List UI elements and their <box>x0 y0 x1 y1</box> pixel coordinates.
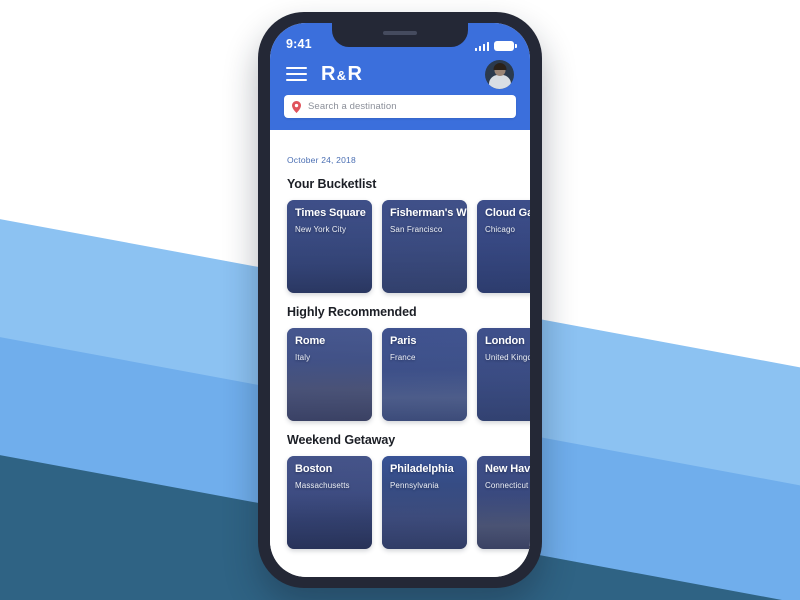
search-container <box>270 95 530 118</box>
card-text: Fisherman's Wharf San Francisco <box>390 207 467 234</box>
section-title: Weekend Getaway <box>287 433 396 447</box>
card-subtitle: Pennsylvania <box>390 480 439 490</box>
section-title: Your Bucketlist <box>287 177 377 191</box>
card-subtitle: Massachusetts <box>295 480 350 490</box>
card-subtitle: Italy <box>295 352 311 362</box>
status-bar-indicators <box>474 41 517 51</box>
card-subtitle: United Kingdom <box>485 352 530 362</box>
destination-card[interactable]: New Haven Connecticut <box>477 456 530 549</box>
card-text: Times Square New York City <box>295 207 368 234</box>
card-title: London <box>485 335 525 347</box>
current-date: October 24, 2018 <box>287 155 356 165</box>
destination-card[interactable]: Rome Italy <box>287 328 372 421</box>
card-subtitle: Connecticut <box>485 480 529 490</box>
card-title: Paris <box>390 335 417 347</box>
search-bar[interactable] <box>284 95 516 118</box>
app-logo-right: R <box>347 62 363 85</box>
card-title: Philadelphia <box>390 463 454 475</box>
speaker-grille <box>383 31 417 35</box>
avatar[interactable] <box>485 59 514 89</box>
destination-card[interactable]: London United Kingdom <box>477 328 530 421</box>
phone-device-frame: 9:41 R&R Search a destination October 24… <box>258 12 542 588</box>
hamburger-menu-icon[interactable] <box>286 66 307 82</box>
section-title: Highly Recommended <box>287 305 417 319</box>
card-title: Rome <box>295 335 326 347</box>
destination-card[interactable]: Times Square New York City <box>287 200 372 293</box>
card-text: Paris France <box>390 335 463 362</box>
avatar-hair <box>493 62 506 70</box>
card-text: Boston Massachusetts <box>295 463 368 490</box>
card-subtitle: Chicago <box>485 224 516 234</box>
battery-icon <box>494 41 517 51</box>
card-text: Philadelphia Pennsylvania <box>390 463 463 490</box>
card-title: Times Square <box>295 207 366 219</box>
content-section: Highly Recommended Rome Italy Paris France Lo… <box>270 305 530 421</box>
card-title: Cloud Gate <box>485 207 530 219</box>
card-carousel[interactable]: Rome Italy Paris France London United Kingdom <box>270 319 530 421</box>
card-carousel[interactable]: Boston Massachusetts Philadelphia Pennsylva… <box>270 447 530 549</box>
phone-screen: 9:41 R&R Search a destination October 24… <box>270 23 530 577</box>
content-section: Weekend Getaway Boston Massachusetts Philad… <box>270 433 530 549</box>
destination-card[interactable]: Boston Massachusetts <box>287 456 372 549</box>
sections-list: Your Bucketlist Times Square New York City… <box>270 177 530 549</box>
app-logo-left: R <box>321 62 336 85</box>
cellular-signal-icon <box>474 42 489 51</box>
card-text: New Haven Connecticut <box>485 463 530 490</box>
card-text: Rome Italy <box>295 335 368 362</box>
phone-notch <box>332 23 468 47</box>
search-input[interactable] <box>308 101 508 112</box>
card-text: Cloud Gate Chicago <box>485 207 530 234</box>
card-title: Boston <box>295 463 333 475</box>
main-content: October 24, 2018 Your Bucketlist Times Sq… <box>270 143 530 577</box>
destination-card[interactable]: Paris France <box>382 328 467 421</box>
app-logo-ampersand: & <box>336 67 347 83</box>
destination-card[interactable]: Fisherman's Wharf San Francisco <box>382 200 467 293</box>
avatar-body <box>488 74 511 89</box>
navigation-bar: R&R <box>270 53 530 95</box>
card-carousel[interactable]: Times Square New York City Fisherman's Wha… <box>270 191 530 293</box>
card-subtitle: San Francisco <box>390 224 443 234</box>
card-subtitle: New York City <box>295 224 347 234</box>
app-logo: R&R <box>321 63 362 86</box>
card-text: London United Kingdom <box>485 335 530 362</box>
status-bar-time: 9:41 <box>286 37 312 51</box>
destination-card[interactable]: Cloud Gate Chicago <box>477 200 530 293</box>
content-section: Your Bucketlist Times Square New York City… <box>270 177 530 293</box>
location-pin-icon <box>292 100 301 113</box>
card-title: New Haven <box>485 463 530 475</box>
destination-card[interactable]: Philadelphia Pennsylvania <box>382 456 467 549</box>
card-subtitle: France <box>390 352 416 362</box>
card-title: Fisherman's Wharf <box>390 207 467 219</box>
